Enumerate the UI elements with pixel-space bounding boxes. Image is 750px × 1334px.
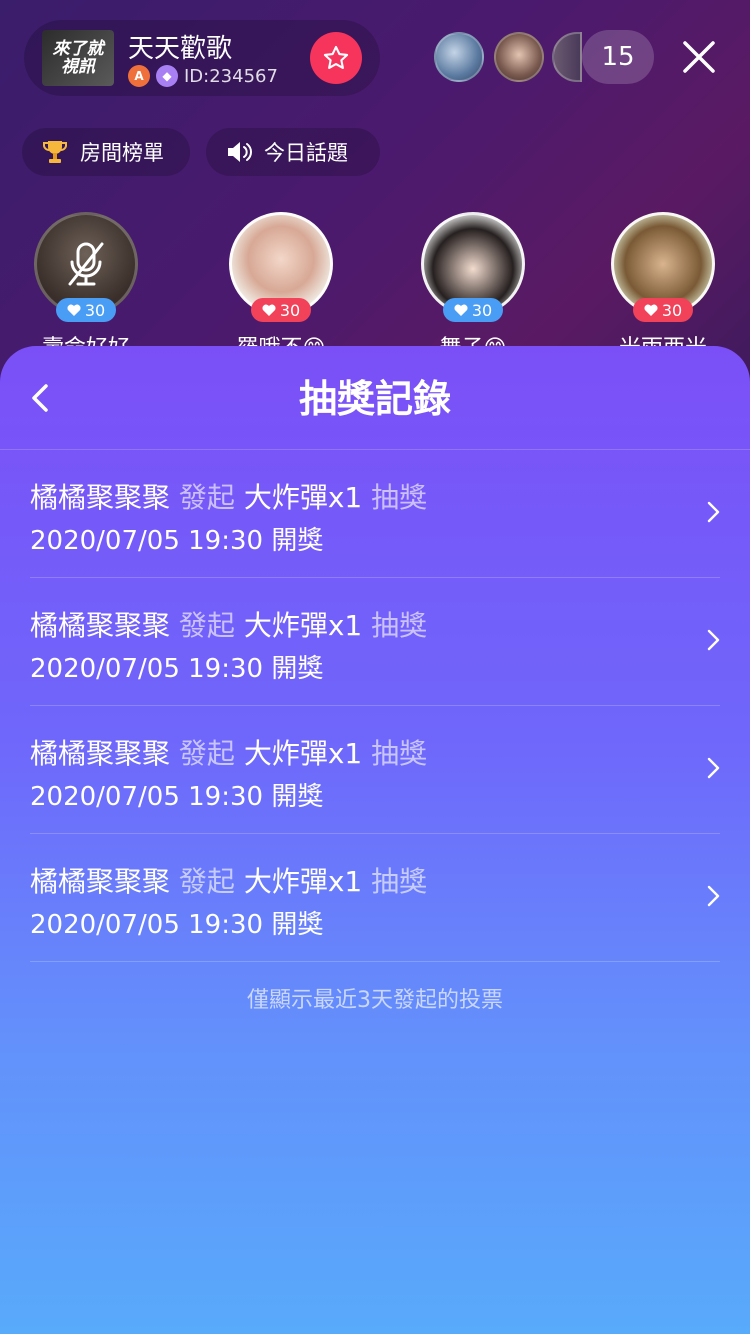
record-user: 橘橘聚聚聚: [30, 609, 171, 642]
record-type: 抽獎: [371, 481, 428, 514]
today-topic-button[interactable]: 今日話題: [206, 128, 380, 176]
record-action: 發起: [178, 737, 235, 770]
record-prize: 大炸彈x1: [243, 481, 363, 514]
mic-seat[interactable]: 30 壽命好好: [34, 212, 138, 361]
room-id: ID:234567: [184, 65, 278, 87]
record-type: 抽獎: [371, 865, 428, 898]
record-list: 橘橘聚聚聚 發起 大炸彈x1 抽獎 2020/07/05 19:30 開獎 橘橘…: [30, 450, 720, 962]
panel-header: 抽獎記錄: [0, 346, 750, 450]
record-action: 發起: [178, 865, 235, 898]
heart-icon: [644, 304, 658, 316]
star-icon: [323, 45, 349, 69]
like-badge: 30: [56, 298, 116, 322]
record-row[interactable]: 橘橘聚聚聚 發起 大炸彈x1 抽獎 2020/07/05 19:30 開獎: [30, 834, 720, 962]
favorite-button[interactable]: [310, 32, 362, 84]
chevron-right-icon: [707, 501, 720, 523]
chevron-right-icon: [707, 885, 720, 907]
record-prize: 大炸彈x1: [243, 737, 363, 770]
record-prize: 大炸彈x1: [243, 609, 363, 642]
chevron-right-icon: [707, 629, 720, 651]
record-user: 橘橘聚聚聚: [30, 737, 171, 770]
like-count: 30: [84, 300, 106, 320]
record-summary: 橘橘聚聚聚 發起 大炸彈x1 抽獎: [30, 732, 427, 772]
like-badge: 30: [443, 298, 503, 322]
record-summary: 橘橘聚聚聚 發起 大炸彈x1 抽獎: [30, 860, 427, 900]
record-type: 抽獎: [371, 609, 428, 642]
viewer-avatar[interactable]: [434, 32, 484, 82]
close-icon: [683, 41, 715, 73]
room-logo: 來了就 視訊: [42, 30, 114, 86]
room-ranking-button[interactable]: 房間榜單: [22, 128, 190, 176]
record-row[interactable]: 橘橘聚聚聚 發起 大炸彈x1 抽獎 2020/07/05 19:30 開獎: [30, 578, 720, 706]
chevron-right-icon: [707, 757, 720, 779]
heart-icon: [454, 304, 468, 316]
lottery-record-panel: 抽獎記錄 橘橘聚聚聚 發起 大炸彈x1 抽獎 2020/07/05 19:30 …: [0, 346, 750, 1334]
record-row[interactable]: 橘橘聚聚聚 發起 大炸彈x1 抽獎 2020/07/05 19:30 開獎: [30, 450, 720, 578]
mic-seat[interactable]: 30 舞子😊: [421, 212, 525, 361]
record-time: 2020/07/05 19:30 開獎: [30, 654, 324, 684]
heart-icon: [262, 304, 276, 316]
like-badge: 30: [633, 298, 693, 322]
record-time: 2020/07/05 19:30 開獎: [30, 782, 324, 812]
room-sub-info: A ◆ ID:234567: [128, 64, 278, 88]
like-count: 30: [279, 300, 301, 320]
record-action: 發起: [178, 481, 235, 514]
speaker-icon: [228, 142, 252, 162]
record-summary: 橘橘聚聚聚 發起 大炸彈x1 抽獎: [30, 476, 427, 516]
today-topic-label: 今日話題: [264, 141, 348, 165]
close-button[interactable]: [680, 38, 718, 76]
record-user: 橘橘聚聚聚: [30, 481, 171, 514]
viewer-count[interactable]: 15: [582, 30, 654, 84]
record-summary: 橘橘聚聚聚 發起 大炸彈x1 抽獎: [30, 604, 427, 644]
like-badge: 30: [251, 298, 311, 322]
room-title: 天天歡歌: [128, 34, 233, 64]
panel-title: 抽獎記錄: [298, 377, 451, 421]
room-ranking-label: 房間榜單: [80, 141, 164, 165]
record-time: 2020/07/05 19:30 開獎: [30, 526, 324, 556]
room-header[interactable]: 來了就 視訊 天天歡歌 A ◆ ID:234567: [24, 20, 380, 96]
room-level-icon: ◆: [156, 65, 178, 87]
heart-icon: [67, 304, 81, 316]
record-time: 2020/07/05 19:30 開獎: [30, 910, 324, 940]
host-level-icon: A: [128, 65, 150, 87]
footer-note: 僅顯示最近3天發起的投票: [247, 988, 503, 1013]
viewer-avatar[interactable]: [552, 32, 582, 82]
viewer-avatar[interactable]: [494, 32, 544, 82]
record-user: 橘橘聚聚聚: [30, 865, 171, 898]
mic-seat[interactable]: 30 米雨西米: [611, 212, 715, 361]
record-action: 發起: [178, 609, 235, 642]
record-row[interactable]: 橘橘聚聚聚 發起 大炸彈x1 抽獎 2020/07/05 19:30 開獎: [30, 706, 720, 834]
record-prize: 大炸彈x1: [243, 865, 363, 898]
like-count: 30: [661, 300, 683, 320]
mic-seat[interactable]: 30 羅哦不😊: [229, 212, 333, 361]
trophy-icon: [43, 141, 67, 163]
record-type: 抽獎: [371, 737, 428, 770]
like-count: 30: [471, 300, 493, 320]
